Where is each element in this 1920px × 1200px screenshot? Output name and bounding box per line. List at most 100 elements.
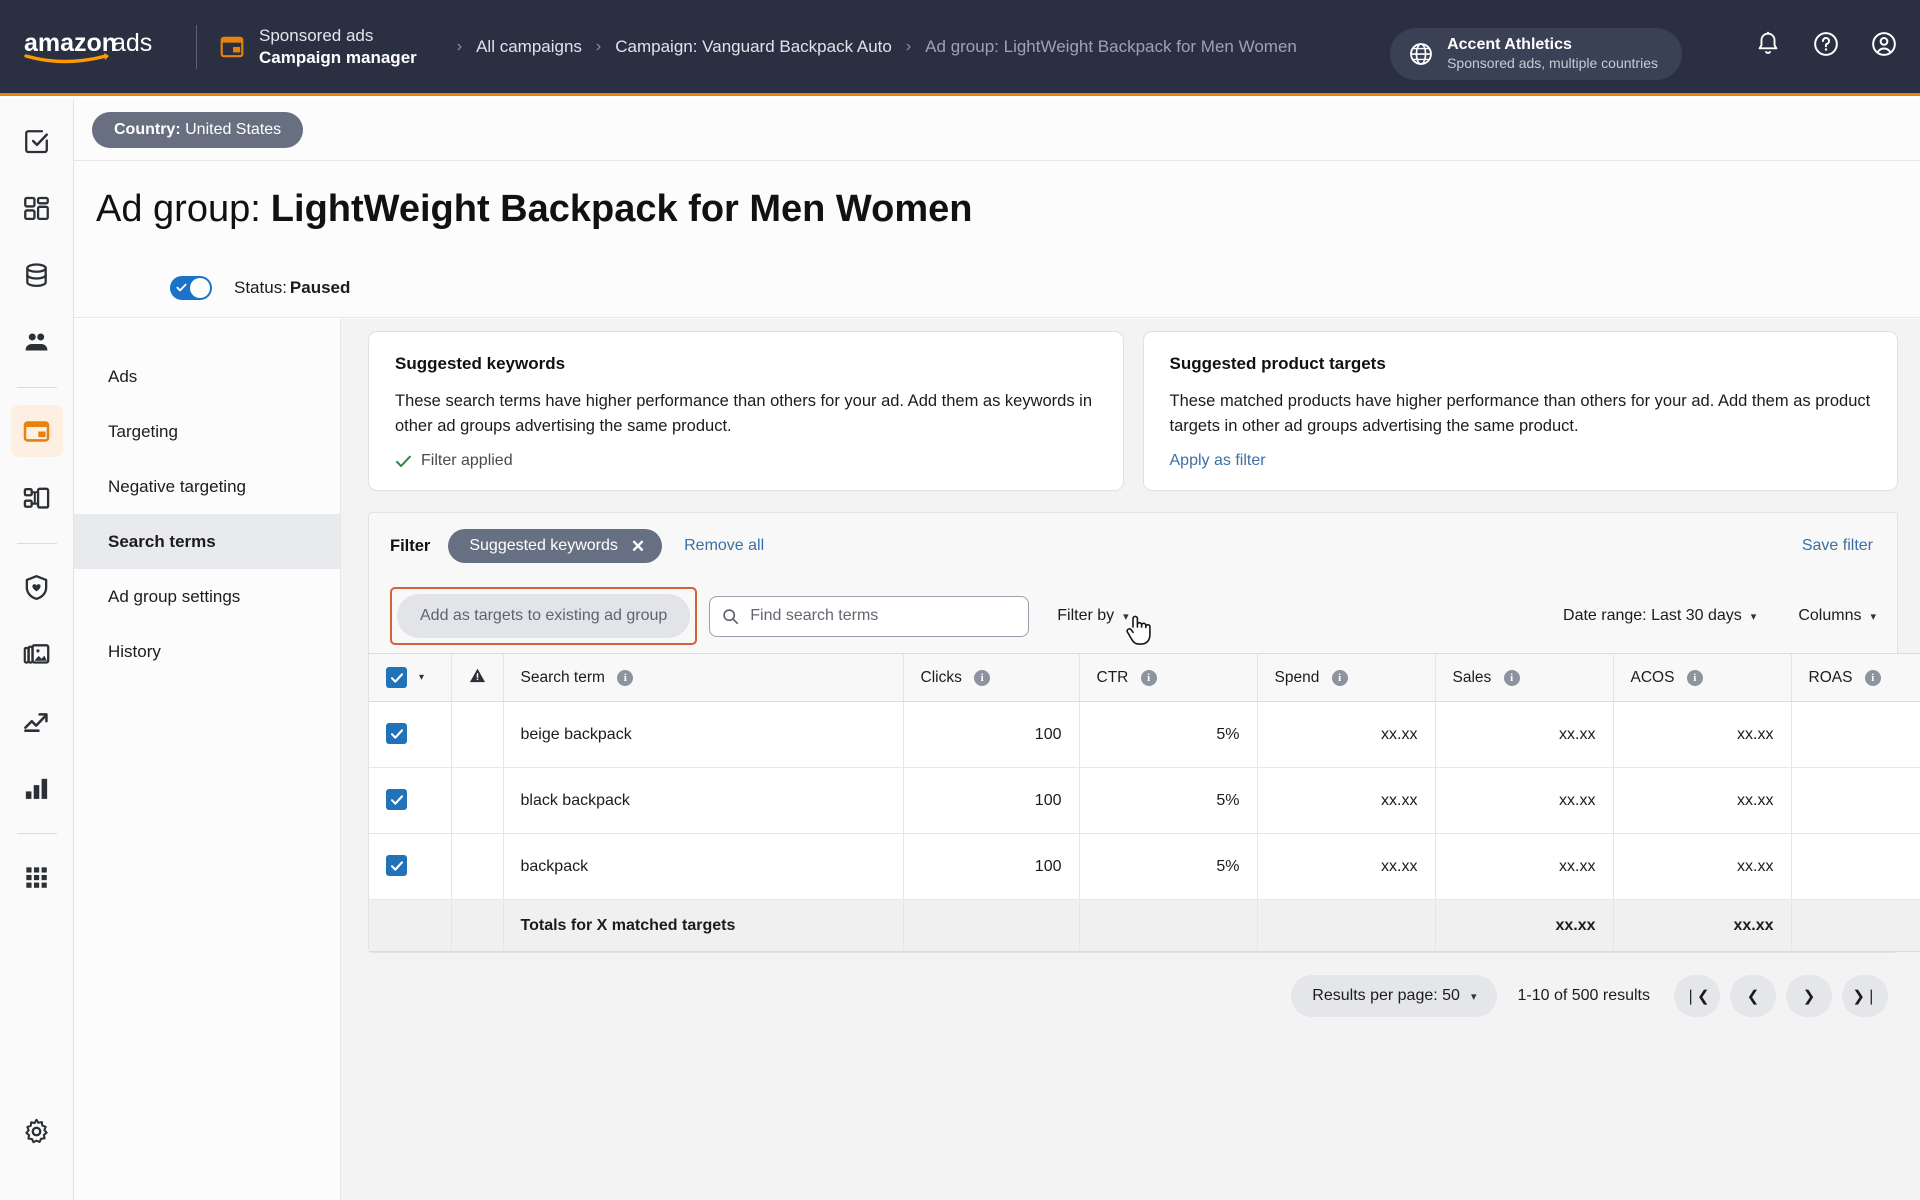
sidebar-item-ad-group-settings[interactable]: Ad group settings (74, 569, 340, 624)
sidebar-item-trending[interactable] (11, 695, 63, 747)
roas-column-header[interactable]: ROAS i (1791, 653, 1920, 703)
suggested-product-targets-card: Suggested product targets These matched … (1142, 331, 1898, 492)
status-bar: Status: Paused (74, 258, 1920, 318)
help-icon[interactable] (1812, 30, 1840, 58)
bell-icon[interactable] (1754, 30, 1782, 58)
column-label: Spend (1274, 668, 1320, 686)
sidebar-item-apps[interactable] (11, 851, 63, 903)
tasks-icon (25, 129, 48, 153)
info-icon[interactable]: i (1503, 669, 1520, 686)
totals-spend (1257, 899, 1436, 953)
spend-column-header[interactable]: Spend i (1257, 653, 1436, 703)
clicks-column-header[interactable]: Clicks i (903, 653, 1080, 703)
remove-all-filters-link[interactable]: Remove all (684, 537, 764, 555)
svg-text:ads: ads (112, 29, 152, 57)
date-range-dropdown[interactable]: Date range: Last 30 days ▾ (1563, 607, 1756, 625)
row-checkbox[interactable] (386, 789, 407, 811)
sidebar-item-data[interactable] (11, 249, 63, 301)
info-icon[interactable]: i (1864, 669, 1881, 686)
info-icon[interactable]: i (1686, 669, 1703, 686)
reports-icon (25, 778, 48, 799)
close-icon[interactable]: ✕ (631, 538, 645, 555)
breadcrumb-separator: › (905, 37, 912, 55)
toolbar-right-group: Date range: Last 30 days ▾ Columns ▾ (1563, 607, 1876, 625)
filter-by-dropdown[interactable]: Filter by ▾ (1057, 607, 1128, 625)
brand-safety-icon (25, 574, 48, 600)
search-terms-panel: Filter Suggested keywords ✕ Remove all S… (368, 512, 1920, 954)
info-icon[interactable]: i (1331, 669, 1348, 686)
info-icon[interactable]: i (1140, 669, 1157, 686)
next-page-button[interactable]: ❯ (1786, 975, 1832, 1018)
save-filter-link[interactable]: Save filter (1802, 537, 1873, 555)
apply-as-filter-link[interactable]: Apply as filter (1170, 452, 1266, 469)
product-breadcrumb[interactable]: Sponsored ads Campaign manager (259, 25, 417, 68)
sidebar-item-settings[interactable] (11, 1105, 63, 1157)
add-as-targets-button[interactable]: Add as targets to existing ad group (397, 594, 691, 639)
sales-column-header[interactable]: Sales i (1435, 653, 1614, 703)
table-row[interactable]: backpack 100 5% xx.xx xx.xx xx.xx xx.xx (369, 833, 1920, 901)
row-alert-cell (451, 701, 504, 769)
search-input-wrapper[interactable] (709, 595, 1030, 637)
sidebar-item-audiences[interactable] (11, 316, 63, 368)
status-label: Status: (234, 277, 287, 297)
database-icon (26, 262, 47, 287)
results-per-page-dropdown[interactable]: Results per page: 50 ▾ (1291, 975, 1498, 1018)
columns-dropdown[interactable]: Columns ▾ (1798, 607, 1876, 625)
row-alert-cell (451, 767, 504, 835)
account-icon[interactable] (1870, 30, 1898, 58)
chevron-down-icon[interactable]: ▾ (419, 672, 424, 683)
chevron-down-icon: ▾ (1123, 610, 1129, 623)
status-toggle[interactable] (170, 275, 212, 300)
sidebar-item-dashboard[interactable] (11, 182, 63, 234)
country-filter-bar: Country: United States (74, 99, 1920, 161)
cell-acos: xx.xx (1613, 701, 1792, 769)
check-icon (396, 455, 411, 467)
info-icon[interactable]: i (617, 669, 634, 686)
search-input[interactable] (750, 607, 1017, 626)
header-divider (196, 24, 197, 69)
amazon-ads-logo[interactable]: amazon ads (24, 25, 184, 69)
row-checkbox[interactable] (386, 723, 407, 745)
breadcrumb-all-campaigns[interactable]: All campaigns (476, 37, 582, 57)
last-page-button[interactable]: ❯❘ (1842, 975, 1888, 1018)
select-all-checkbox[interactable] (386, 667, 407, 689)
filter-chip-suggested-keywords[interactable]: Suggested keywords ✕ (448, 529, 663, 564)
chevron-down-icon: ▾ (1870, 610, 1876, 623)
first-page-button[interactable]: ❘❮ (1674, 975, 1720, 1018)
totals-alert-cell (451, 899, 504, 953)
sidebar-item-negative-targeting[interactable]: Negative targeting (74, 459, 340, 514)
sidebar-item-history[interactable]: History (74, 624, 340, 679)
sidebar-item-tasks[interactable] (11, 115, 63, 167)
acos-column-header[interactable]: ACOS i (1613, 653, 1792, 703)
sidebar-item-brand-safety[interactable] (11, 561, 63, 613)
cell-sales: xx.xx (1435, 833, 1614, 901)
product-name-label: Campaign manager (259, 47, 417, 67)
filter-row: Filter Suggested keywords ✕ Remove all S… (369, 513, 1897, 579)
cell-search-term: black backpack (503, 767, 904, 835)
sidebar-item-campaigns[interactable] (10, 405, 63, 457)
filter-applied-status: Filter applied (395, 452, 1097, 470)
sidebar-item-search-terms[interactable]: Search terms (74, 514, 340, 569)
sidebar-item-ads[interactable]: Ads (74, 349, 340, 404)
sidebar-item-creative-assets[interactable] (11, 628, 63, 680)
check-icon (390, 861, 403, 871)
filter-by-label: Filter by (1057, 607, 1115, 625)
row-alert-cell (451, 833, 504, 901)
account-switcher[interactable]: Accent Athletics Sponsored ads, multiple… (1390, 28, 1682, 80)
cell-acos: xx.xx (1613, 833, 1792, 901)
table-row[interactable]: black backpack 100 5% xx.xx xx.xx xx.xx … (369, 767, 1920, 835)
cell-roas: xx.xx (1791, 833, 1920, 901)
info-icon[interactable]: i (974, 669, 991, 686)
column-label: Search term (520, 668, 605, 686)
account-name: Accent Athletics (1447, 36, 1572, 54)
ctr-column-header[interactable]: CTR i (1079, 653, 1258, 703)
previous-page-button[interactable]: ❮ (1730, 975, 1776, 1018)
row-checkbox[interactable] (386, 855, 407, 877)
search-term-column-header[interactable]: Search term i (503, 653, 904, 703)
sidebar-item-creative-layout[interactable] (11, 472, 63, 524)
country-filter-chip[interactable]: Country: United States (92, 111, 304, 148)
table-row[interactable]: beige backpack 100 5% xx.xx xx.xx xx.xx … (369, 701, 1920, 769)
sidebar-item-targeting[interactable]: Targeting (74, 404, 340, 459)
breadcrumb-campaign[interactable]: Campaign: Vanguard Backpack Auto (615, 37, 892, 57)
sidebar-item-reports[interactable] (11, 762, 63, 814)
